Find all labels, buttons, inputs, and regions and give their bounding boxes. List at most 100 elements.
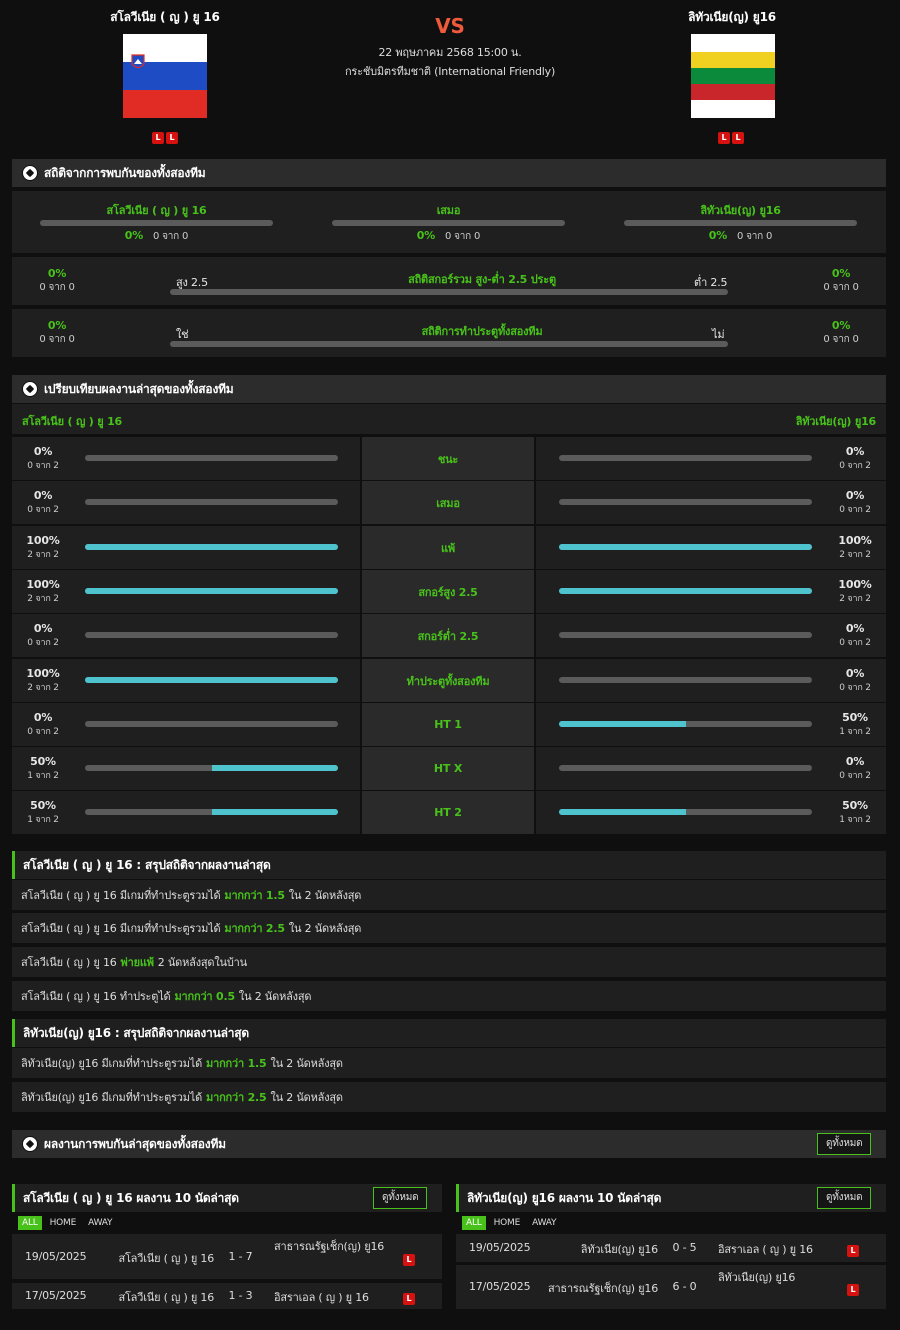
summary-text: ใน 2 นัดหลังสุด [270,1091,343,1104]
summary-text: สโลวีเนีย ( ญ ) ยู 16 [21,956,117,969]
match-row[interactable]: 17/05/2025 สาธารณรัฐเช็ก(ญ) ยู16 6 - 0 ลิทั… [456,1265,886,1309]
loss-badge: L [166,132,178,144]
compare-home-pct: 50% [30,755,56,768]
btts-panel: 0% 0 จาก 0 ใช่ สถิติการทำประตูทั้งสองทีม … [12,309,886,357]
match-away-team[interactable]: อิสราเอล ( ญ ) ยู 16 [718,1241,838,1259]
compare-home-fill [211,809,338,815]
view-all-home-button[interactable]: ดูทั้งหมด [373,1187,428,1209]
compare-label: ชนะ [437,452,459,466]
h2h-home-label: สโลวีเนีย ( ญ ) ยู 16 [106,204,207,217]
h2h-title: สถิติจากการพบกันของทั้งสองทีม [44,165,206,180]
h2h-header: สถิติจากการพบกันของทั้งสองทีม [12,159,886,187]
summary-line: สโลวีเนีย ( ญ ) ยู 16 ทำประตูได้ มากกว่า … [12,981,886,1011]
match-date: 19/05/2025 [469,1241,531,1254]
match-row[interactable]: 19/05/2025 ลิทัวเนีย(ญ) ยู16 0 - 5 อิสราเอล… [456,1234,886,1262]
tab-away[interactable]: AWAY [528,1216,560,1230]
compare-away-bar [559,809,812,815]
compare-home-cell: 100% 2 จาก 2 [12,526,360,569]
compare-label-cell: HT 2 [362,791,534,834]
ou-left-stat: 0% 0 จาก 0 [39,267,75,293]
summary-line: สโลวีเนีย ( ญ ) ยู 16 มีเกมที่ทำประตูรวม… [12,880,886,910]
recent-h2h-header: ผลงานการพบกันล่าสุดของทั้งสองทีม [12,1130,886,1158]
summary-line: ลิทัวเนีย(ญ) ยู16 มีเกมที่ทำประตูรวมได้ม… [12,1082,886,1112]
compare-title: เปรียบเทียบผลงานล่าสุดของทั้งสองทีม [44,381,234,396]
summary-highlight: มากกว่า 0.5 [174,990,236,1003]
football-icon [22,381,38,397]
tab-all[interactable]: ALL [18,1216,42,1230]
match-row[interactable]: 17/05/2025 สโลวีเนีย ( ญ ) ยู 16 1 - 3 อิสร… [12,1283,442,1309]
summary-highlight: มากกว่า 1.5 [206,1057,267,1070]
compare-label-cell: ชนะ [362,437,534,480]
compare-away-cell: 50% 1 จาก 2 [536,703,886,746]
compare-away-of: 0 จาก 2 [839,461,871,471]
compare-home-of: 2 จาก 2 [27,683,59,693]
summary-highlight: พ่ายแพ้ [120,956,154,969]
tab-away[interactable]: AWAY [84,1216,116,1230]
match-home-team[interactable]: สโลวีเนีย ( ญ ) ยู 16 [102,1289,214,1306]
compare-away-cell: 0% 0 จาก 2 [536,437,886,480]
compare-home-of: 1 จาก 2 [27,771,59,781]
match-home-team[interactable]: สโลวีเนีย ( ญ ) ยู 16 [102,1250,214,1267]
compare-home-bar [85,809,338,815]
h2h-draw-stat: 0% 0 จาก 0 [416,229,481,242]
compare-away-pct: 0% [845,755,865,768]
compare-away-bar [559,455,812,461]
tab-home[interactable]: HOME [490,1216,525,1230]
h2h-draw-bar [332,220,565,226]
h2h-away-label: ลิทัวเนีย(ญ) ยู16 [700,204,781,217]
match-away-team[interactable]: สาธารณรัฐเช็ก(ญ) ยู16 [274,1238,394,1256]
compare-home-cell: 0% 0 จาก 2 [12,437,360,480]
compare-label-cell: เสมอ [362,481,534,524]
loss-badge: L [847,1284,859,1296]
match-home-team[interactable]: สาธารณรัฐเช็ก(ญ) ยู16 [546,1280,658,1297]
loss-badge: L [718,132,730,144]
tab-home[interactable]: HOME [46,1216,81,1230]
loss-badge: L [152,132,164,144]
compare-home-pct: 100% [26,578,60,591]
compare-home-bar [85,588,338,594]
summary-text: สโลวีเนีย ( ญ ) ยู 16 มีเกมที่ทำประตูรวม… [21,889,221,902]
compare-away-pct: 0% [845,445,865,458]
compare-label-cell: HT 1 [362,703,534,746]
match-score: 6 - 0 [672,1280,697,1293]
tab-all[interactable]: ALL [462,1216,486,1230]
h2h-draw-label: เสมอ [436,204,461,217]
compare-away-of: 0 จาก 2 [839,771,871,781]
home-summary-header: สโลวีเนีย ( ญ ) ยู 16 : สรุปสถิติจากผลงา… [12,851,886,879]
btts-right-stat: 0% 0 จาก 0 [823,319,859,345]
compare-away-of: 2 จาก 2 [839,550,871,560]
compare-away-fill [559,588,812,594]
ou-right-stat: 0% 0 จาก 0 [823,267,859,293]
away-summary-header: ลิทัวเนีย(ญ) ยู16 : สรุปสถิติจากผลงานล่า… [12,1019,886,1047]
compare-header: เปรียบเทียบผลงานล่าสุดของทั้งสองทีม [12,375,886,403]
summary-text: สโลวีเนีย ( ญ ) ยู 16 ทำประตูได้ [21,990,171,1003]
compare-away-bar [559,765,812,771]
home-last-tabs: ALL HOME AWAY [18,1216,116,1230]
summary-text: ใน 2 นัดหลังสุด [238,990,312,1003]
h2h-home-bar [40,220,273,226]
match-row[interactable]: 19/05/2025 สโลวีเนีย ( ญ ) ยู 16 1 - 7 สาธา… [12,1234,442,1279]
compare-label-cell: แพ้ [362,526,534,569]
compare-away-team[interactable]: ลิทัวเนีย(ญ) ยู16 [796,412,877,430]
view-all-away-button[interactable]: ดูทั้งหมด [817,1187,872,1209]
compare-home-of: 0 จาก 2 [27,505,59,515]
compare-away-of: 0 จาก 2 [839,505,871,515]
compare-label: สกอร์สูง 2.5 [418,585,478,599]
loss-badge: L [847,1245,859,1257]
compare-home-team[interactable]: สโลวีเนีย ( ญ ) ยู 16 [22,412,122,430]
match-home-team[interactable]: ลิทัวเนีย(ญ) ยู16 [546,1241,658,1258]
compare-home-pct: 0% [33,622,53,635]
home-form: LL [135,130,195,144]
view-all-h2h-button[interactable]: ดูทั้งหมด [817,1133,872,1155]
compare-away-cell: 100% 2 จาก 2 [536,526,886,569]
ou-panel: 0% 0 จาก 0 สูง 2.5 สถิติสกอร์รวม สูง-ต่ำ … [12,257,886,305]
football-icon [22,165,38,181]
compare-away-bar [559,677,812,683]
compare-home-of: 0 จาก 2 [27,727,59,737]
compare-away-cell: 0% 0 จาก 2 [536,747,886,790]
match-away-team[interactable]: ลิทัวเนีย(ญ) ยู16 [718,1269,838,1287]
compare-team-row: สโลวีเนีย ( ญ ) ยู 16 ลิทัวเนีย(ญ) ยู16 [12,404,886,434]
compare-away-bar [559,588,812,594]
match-away-team[interactable]: อิสราเอล ( ญ ) ยู 16 [274,1289,394,1307]
summary-highlight: มากกว่า 2.5 [224,922,285,935]
